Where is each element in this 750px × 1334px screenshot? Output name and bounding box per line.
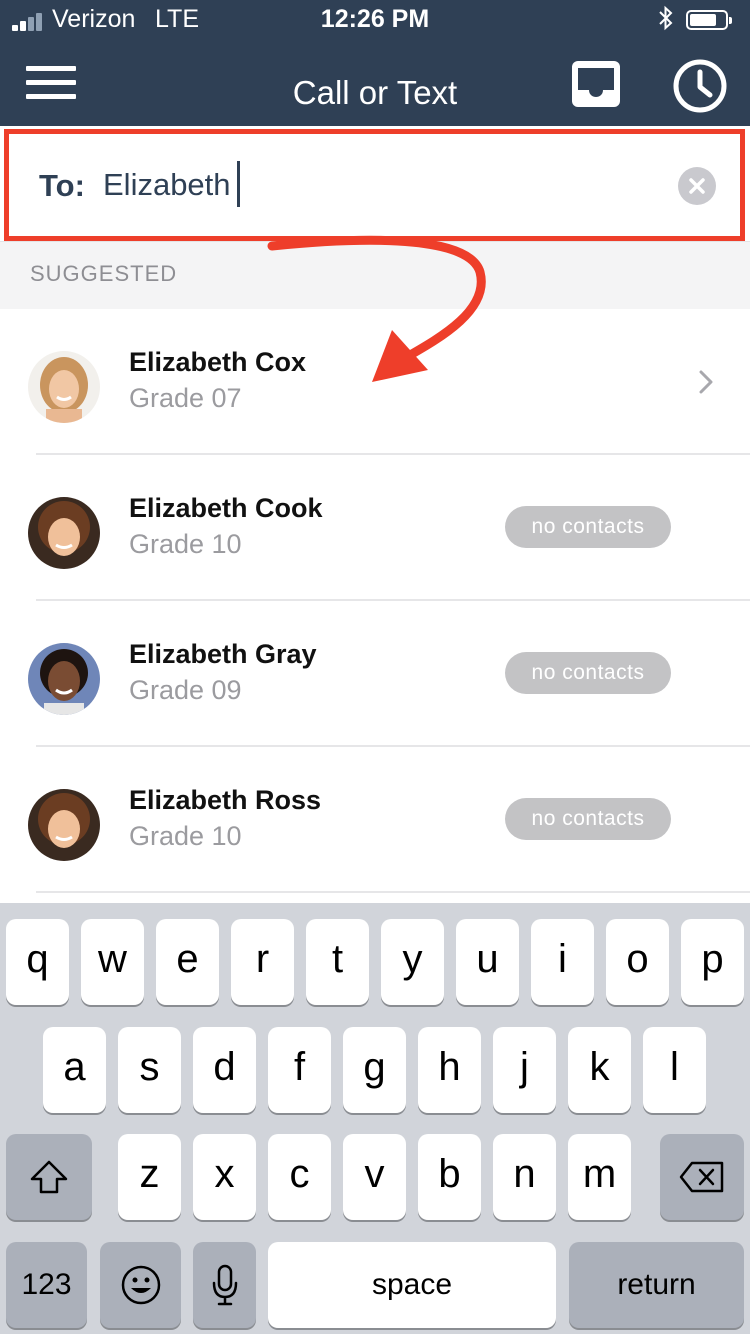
key-y[interactable]: y bbox=[381, 919, 444, 1005]
key-z[interactable]: z bbox=[118, 1134, 181, 1220]
recipient-search-input[interactable] bbox=[103, 162, 603, 208]
key-a[interactable]: a bbox=[43, 1027, 106, 1113]
key-s[interactable]: s bbox=[118, 1027, 181, 1113]
backspace-icon[interactable] bbox=[660, 1134, 744, 1220]
student-grade: Grade 09 bbox=[129, 675, 242, 705]
key-g[interactable]: g bbox=[343, 1027, 406, 1113]
student-name: Elizabeth Cook bbox=[129, 493, 323, 523]
key-i[interactable]: i bbox=[531, 919, 594, 1005]
app-header: Verizon LTE 12:26 PM Call or Text bbox=[0, 0, 750, 126]
student-results-list: Elizabeth Cox Grade 07 Elizabeth Cook Gr… bbox=[0, 309, 750, 893]
student-name: Elizabeth Cox bbox=[129, 347, 307, 377]
microphone-icon[interactable] bbox=[193, 1242, 256, 1328]
shift-arrow-icon[interactable] bbox=[6, 1134, 92, 1220]
bluetooth-icon bbox=[659, 5, 673, 31]
key-t[interactable]: t bbox=[306, 919, 369, 1005]
inbox-tray-icon[interactable] bbox=[571, 60, 621, 108]
clear-x-icon[interactable] bbox=[678, 167, 716, 205]
student-name: Elizabeth Gray bbox=[129, 639, 317, 669]
key-p[interactable]: p bbox=[681, 919, 744, 1005]
no-contacts-badge: no contacts bbox=[505, 506, 671, 548]
key-o[interactable]: o bbox=[606, 919, 669, 1005]
student-name: Elizabeth Ross bbox=[129, 785, 322, 815]
battery-icon bbox=[686, 10, 732, 30]
text-cursor bbox=[237, 161, 240, 207]
key-m[interactable]: m bbox=[568, 1134, 631, 1220]
no-contacts-badge: no contacts bbox=[505, 798, 671, 840]
space-key[interactable]: space bbox=[268, 1242, 556, 1328]
key-h[interactable]: h bbox=[418, 1027, 481, 1113]
student-grade: Grade 10 bbox=[129, 529, 242, 559]
key-u[interactable]: u bbox=[456, 919, 519, 1005]
recipient-field-highlight: To: bbox=[4, 129, 745, 241]
status-time: 12:26 PM bbox=[320, 5, 430, 33]
clock-icon[interactable] bbox=[672, 58, 728, 114]
to-label: To: bbox=[39, 168, 85, 203]
avatar bbox=[28, 351, 100, 423]
key-k[interactable]: k bbox=[568, 1027, 631, 1113]
avatar bbox=[28, 497, 100, 569]
numbers-key[interactable]: 123 bbox=[6, 1242, 87, 1328]
key-v[interactable]: v bbox=[343, 1134, 406, 1220]
chevron-right-icon bbox=[699, 370, 713, 394]
student-grade: Grade 07 bbox=[129, 383, 242, 413]
key-x[interactable]: x bbox=[193, 1134, 256, 1220]
student-row-elizabeth-gray[interactable]: Elizabeth Gray Grade 09 no contacts bbox=[0, 601, 750, 747]
return-key[interactable]: return bbox=[569, 1242, 744, 1328]
student-row-elizabeth-cook[interactable]: Elizabeth Cook Grade 10 no contacts bbox=[0, 455, 750, 601]
avatar bbox=[28, 789, 100, 861]
student-row-elizabeth-cox[interactable]: Elizabeth Cox Grade 07 bbox=[0, 309, 750, 455]
student-grade: Grade 10 bbox=[129, 821, 242, 851]
page-title: Call or Text bbox=[292, 74, 458, 111]
key-j[interactable]: j bbox=[493, 1027, 556, 1113]
avatar bbox=[28, 643, 100, 715]
key-l[interactable]: l bbox=[643, 1027, 706, 1113]
key-r[interactable]: r bbox=[231, 919, 294, 1005]
emoji-icon[interactable] bbox=[100, 1242, 181, 1328]
on-screen-keyboard: q w e r t y u i o p a s d f g h j k l z … bbox=[0, 903, 750, 1334]
no-contacts-badge: no contacts bbox=[505, 652, 671, 694]
key-d[interactable]: d bbox=[193, 1027, 256, 1113]
suggested-section-header: SUGGESTED bbox=[0, 241, 750, 310]
key-n[interactable]: n bbox=[493, 1134, 556, 1220]
student-row-elizabeth-ross[interactable]: Elizabeth Ross Grade 10 no contacts bbox=[0, 747, 750, 893]
key-w[interactable]: w bbox=[81, 919, 144, 1005]
key-f[interactable]: f bbox=[268, 1027, 331, 1113]
key-q[interactable]: q bbox=[6, 919, 69, 1005]
key-c[interactable]: c bbox=[268, 1134, 331, 1220]
key-b[interactable]: b bbox=[418, 1134, 481, 1220]
key-e[interactable]: e bbox=[156, 919, 219, 1005]
suggested-label: SUGGESTED bbox=[30, 261, 178, 286]
status-bar: Verizon LTE 12:26 PM bbox=[0, 0, 750, 40]
